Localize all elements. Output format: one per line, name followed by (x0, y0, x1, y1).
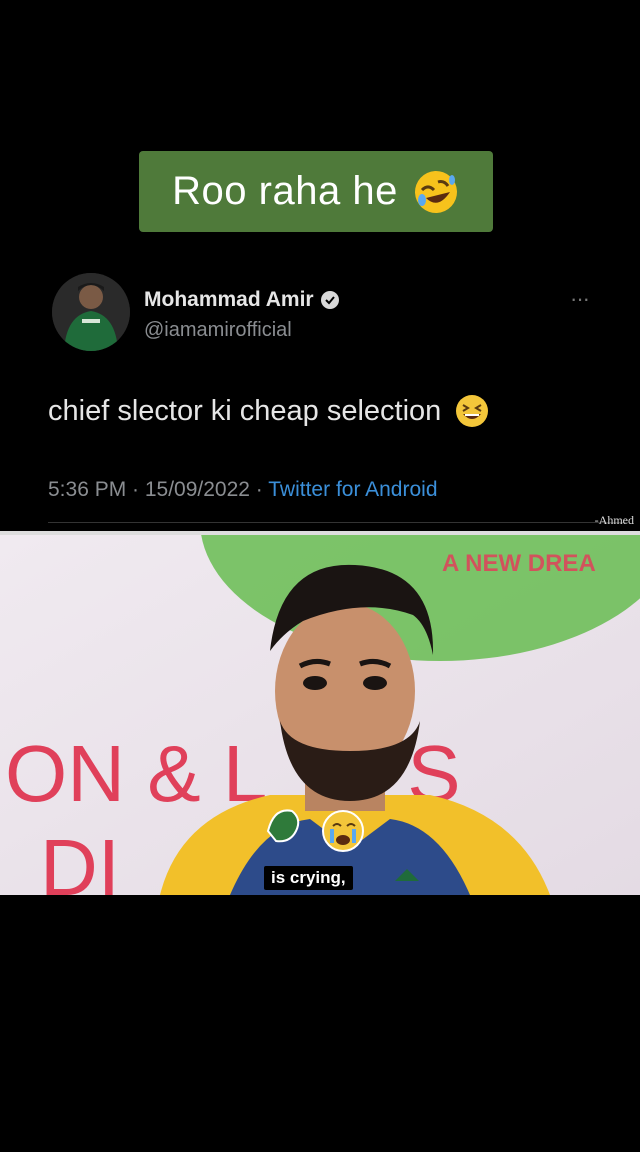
tweet-text-content: chief slector ki cheap selection (48, 394, 442, 427)
player-avatar-icon (52, 273, 130, 351)
watermark: -Ahmed (594, 513, 634, 527)
backdrop-text-top: A NEW DREA (442, 550, 596, 577)
crying-face-emoji-icon (322, 810, 364, 852)
tweet-card[interactable]: Mohammad Amir @iamamirofficial ··· chief… (0, 262, 640, 527)
caption-text: Roo raha he (172, 169, 398, 213)
caption-banner: Roo raha he (139, 151, 493, 232)
divider (48, 522, 628, 523)
video-scene: A NEW DREA ON & L 'S DI (0, 531, 640, 895)
avatar[interactable] (52, 273, 130, 351)
handle[interactable]: @iamamirofficial (144, 319, 292, 342)
backdrop-text-bottom: DI (40, 823, 120, 895)
backdrop-text-left: ON & L (5, 729, 267, 818)
video-frame[interactable]: A NEW DREA ON & L 'S DI (0, 531, 640, 895)
grinning-squinting-emoji-icon (456, 395, 489, 427)
tweet-meta: 5:36 PM · 15/09/2022 · Twitter for Andro… (48, 478, 438, 502)
display-name[interactable]: Mohammad Amir (144, 288, 314, 312)
more-options-icon[interactable]: ··· (570, 286, 590, 312)
tweet-text: chief slector ki cheap selection (48, 394, 489, 428)
rolling-laughing-emoji-icon (414, 170, 457, 213)
video-subtitle: is crying, (264, 866, 353, 890)
tweet-timestamp: 5:36 PM · 15/09/2022 · (48, 478, 269, 501)
tweet-source-link[interactable]: Twitter for Android (268, 478, 437, 501)
verified-badge-icon (320, 291, 339, 309)
